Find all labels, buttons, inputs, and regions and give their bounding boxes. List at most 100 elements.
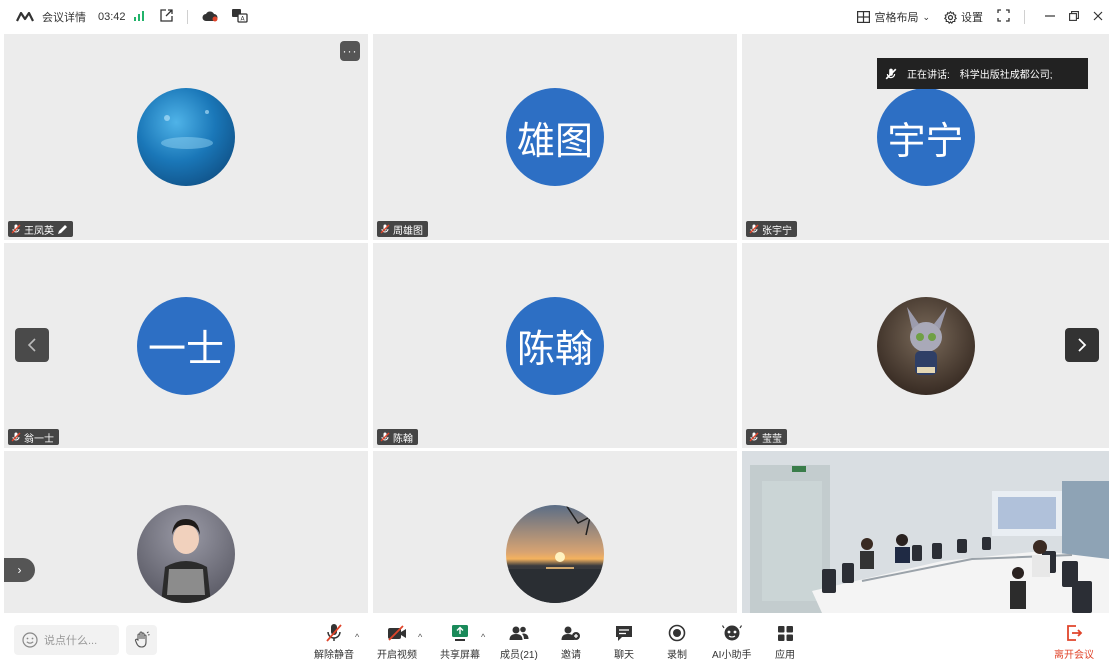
tencent-meeting-logo-icon xyxy=(16,12,34,22)
chat-input[interactable]: 说点什么... xyxy=(14,625,119,655)
ai-assistant-button[interactable]: AI小助手 xyxy=(712,623,751,661)
participant-name: 翁一士 xyxy=(24,433,54,445)
translate-icon[interactable]: A xyxy=(231,8,248,26)
close-icon[interactable] xyxy=(1093,11,1103,24)
gear-icon xyxy=(944,10,957,24)
avatar xyxy=(876,296,975,395)
invite-label: 邀请 xyxy=(561,650,581,661)
conference-room-video xyxy=(742,451,1109,613)
apps-label: 应用 xyxy=(775,650,795,661)
name-tag: 周雄图 xyxy=(377,221,428,237)
members-label: 成员(21) xyxy=(500,650,538,661)
avatar: 雄图 xyxy=(506,88,604,186)
previous-page-button[interactable] xyxy=(15,328,49,362)
minimize-icon[interactable] xyxy=(1045,11,1055,24)
grid-layout-button[interactable]: 宫格布局 ⌄ xyxy=(857,9,930,25)
share-screen-button[interactable]: 共享屏幕 xyxy=(440,623,480,661)
mic-muted-icon xyxy=(380,224,390,234)
participant-tile[interactable]: 宇宁 正在讲话: 科学出版社成都公司; 张宇宁 xyxy=(742,34,1109,240)
bottom-toolbar: 说点什么... 解除静音 ^ 开启视频 ^ 共享屏幕 ^ 成员(21) 邀请 聊… xyxy=(0,613,1115,669)
mic-muted-icon xyxy=(380,432,390,442)
raise-hand-button[interactable] xyxy=(126,625,157,655)
video-tile-active[interactable] xyxy=(742,451,1109,613)
chevron-up-icon[interactable]: ^ xyxy=(481,632,485,642)
signal-strength-icon[interactable] xyxy=(133,10,146,24)
camera-off-icon xyxy=(388,625,406,641)
mic-muted-icon xyxy=(749,432,759,442)
divider xyxy=(1024,10,1025,24)
share-screen-label: 共享屏幕 xyxy=(440,650,480,661)
chat-icon xyxy=(616,625,632,641)
more-options-button[interactable]: ··· xyxy=(340,41,360,61)
ai-assistant-label: AI小助手 xyxy=(712,650,752,661)
record-icon xyxy=(668,624,686,642)
expand-panel-button[interactable]: › xyxy=(4,558,35,582)
chevron-up-icon[interactable]: ^ xyxy=(418,632,422,642)
start-video-label: 开启视频 xyxy=(377,650,417,661)
name-tag: 莹莹 xyxy=(746,429,787,445)
mic-muted-icon xyxy=(11,224,21,234)
avatar xyxy=(506,505,604,603)
mic-muted-icon xyxy=(326,624,342,642)
settings-button[interactable]: 设置 xyxy=(944,9,983,25)
participant-name: 陈翰 xyxy=(393,433,413,445)
mic-muted-icon xyxy=(749,224,759,234)
avatar: 宇宁 xyxy=(876,88,975,186)
name-tag: 翁一士 xyxy=(8,429,59,445)
participant-tile[interactable]: ··· 王凤英 xyxy=(4,34,368,240)
unmute-label: 解除静音 xyxy=(314,650,354,661)
chat-button[interactable]: 聊天 xyxy=(614,623,634,661)
avatar xyxy=(137,88,235,186)
participant-name: 周雄图 xyxy=(393,225,423,237)
name-tag: 张宇宁 xyxy=(746,221,797,237)
share-screen-icon xyxy=(452,625,468,641)
chat-label: 聊天 xyxy=(614,650,634,661)
name-tag: 王凤英 xyxy=(8,221,73,237)
emoji-icon xyxy=(22,632,38,648)
record-button[interactable]: 录制 xyxy=(667,623,687,661)
cloud-record-icon[interactable] xyxy=(202,10,218,25)
participant-tile[interactable]: 陈翰 陈翰 xyxy=(373,243,737,448)
participant-tile[interactable]: 莹莹 xyxy=(742,243,1109,448)
participant-tile[interactable]: › xyxy=(4,451,368,613)
speaking-label: 正在讲话: xyxy=(907,70,950,81)
raise-hand-icon xyxy=(134,631,150,648)
speaking-name: 科学出版社成都公司; xyxy=(959,70,1053,81)
chevron-left-icon xyxy=(27,338,36,352)
edit-pencil-icon xyxy=(58,224,67,234)
leave-meeting-button[interactable]: 离开会议 xyxy=(1054,623,1094,661)
members-button[interactable]: 成员(21) xyxy=(500,623,538,661)
chat-placeholder: 说点什么... xyxy=(44,635,98,647)
participant-tile[interactable]: 一士 翁一士 xyxy=(4,243,368,448)
add-user-icon xyxy=(561,626,580,640)
participant-name: 张宇宁 xyxy=(762,225,792,237)
participant-name: 王凤英 xyxy=(24,225,54,237)
restore-icon[interactable] xyxy=(1069,10,1079,24)
top-bar: 会议详情 03:42 A 宫格布局 ⌄ 设置 xyxy=(0,0,1115,34)
unmute-button[interactable]: 解除静音 xyxy=(314,623,354,661)
grid-layout-label: 宫格布局 xyxy=(874,12,919,24)
avatar: 一士 xyxy=(137,296,235,395)
next-page-button[interactable] xyxy=(1065,328,1099,362)
chevron-up-icon[interactable]: ^ xyxy=(355,632,359,642)
record-label: 录制 xyxy=(667,650,687,661)
members-icon xyxy=(509,626,529,640)
speaking-indicator: 正在讲话: 科学出版社成都公司; xyxy=(877,58,1088,89)
participant-name: 莹莹 xyxy=(762,433,782,445)
meeting-info-button[interactable]: 会议详情 xyxy=(42,9,86,25)
external-link-icon[interactable] xyxy=(159,9,173,25)
participant-tile[interactable]: 雄图 周雄图 xyxy=(373,34,737,240)
start-video-button[interactable]: 开启视频 xyxy=(377,623,417,661)
chevron-right-icon xyxy=(1078,338,1087,352)
ai-assistant-icon xyxy=(721,625,742,641)
chevron-down-icon: ⌄ xyxy=(922,11,930,22)
participant-tile[interactable] xyxy=(373,451,737,613)
invite-button[interactable]: 邀请 xyxy=(561,623,581,661)
name-tag: 陈翰 xyxy=(377,429,418,445)
apps-button[interactable]: 应用 xyxy=(775,623,795,661)
fullscreen-icon[interactable] xyxy=(997,9,1010,25)
apps-icon xyxy=(777,625,793,641)
grid-icon xyxy=(857,11,871,23)
video-grid: ··· 王凤英 雄图 周雄图 宇宁 正在讲话: 科学出版社成都公司; 张宇宁 一… xyxy=(4,34,1109,613)
meeting-timer: 03:42 xyxy=(98,11,126,23)
